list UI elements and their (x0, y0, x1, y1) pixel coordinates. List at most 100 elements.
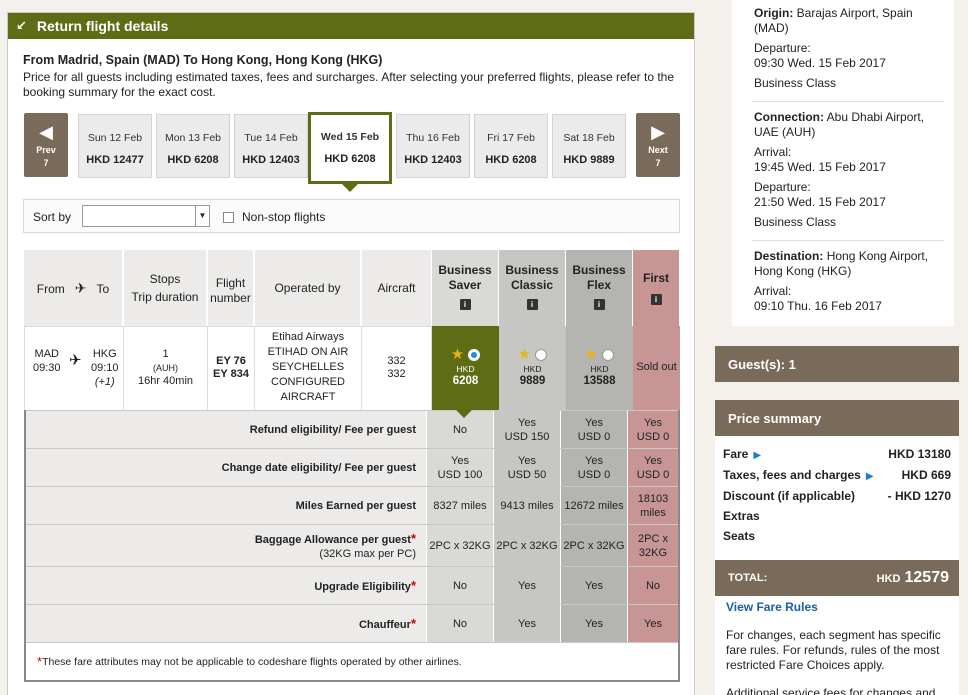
star-icon: ★ (517, 346, 532, 363)
info-icon[interactable]: i (650, 294, 662, 305)
dropdown-arrow-icon[interactable]: ▼ (195, 206, 209, 226)
fare-name-line1: Business (572, 263, 626, 277)
header-business-saver[interactable]: Business Saver i (432, 250, 499, 326)
total-value: 12579 (904, 569, 950, 586)
collapse-arrow-icon[interactable]: ↙ (16, 18, 27, 34)
date-cell-sun-12[interactable]: Sun 12 Feb HKD 12477 (78, 114, 152, 178)
stops-count: 1 (162, 348, 169, 360)
nonstop-label[interactable]: Non-stop flights (242, 210, 325, 224)
attr-sublabel: (32KG max per PC) (319, 548, 416, 560)
date-price: HKD 12403 (404, 154, 462, 166)
view-fare-rules-link[interactable]: View Fare Rules (726, 600, 818, 614)
attr-value-line: Yes (644, 617, 662, 630)
date-cell-tue-14[interactable]: Tue 14 Feb HKD 12403 (234, 114, 308, 178)
selected-fare-pointer (456, 410, 472, 418)
destination-label: Destination: (754, 249, 824, 263)
header-from-to: From ✈ To (24, 250, 123, 326)
attr-value-line: Yes (585, 416, 603, 429)
attr-value: Yes USD 0 (627, 411, 678, 448)
triangle-right-icon[interactable]: ▶ (753, 450, 761, 461)
price-note: Price for all guests including estimated… (23, 70, 675, 99)
attr-value-line: miles (640, 506, 666, 519)
attr-row-miles: Miles Earned per guest 8327 miles 9413 m… (26, 486, 678, 524)
header-business-classic[interactable]: Business Classic i (499, 250, 566, 326)
fare-name-line2: Classic (510, 278, 554, 292)
attr-value: No (426, 567, 493, 604)
departure-label: Departure: (754, 180, 811, 194)
next-label: Next (648, 145, 668, 155)
divider (752, 240, 944, 241)
sort-select[interactable]: ▼ (82, 205, 210, 227)
total-currency: HKD (876, 573, 901, 585)
origin-label: Origin: (754, 6, 794, 20)
attr-value: Yes (627, 605, 678, 642)
fare-business-flex[interactable]: ★ HKD 13588 (566, 326, 633, 410)
price-summary-header[interactable]: Price summary (715, 400, 959, 436)
attr-value: 18103 miles (627, 487, 678, 524)
date-cell-fri-17[interactable]: Fri 17 Feb HKD 6208 (474, 114, 548, 178)
date-label: Sun 12 Feb (87, 132, 143, 144)
day-offset: (+1) (94, 376, 115, 388)
attr-row-upgrade: Upgrade Eligibility* No Yes Yes No (26, 566, 678, 604)
fare-radio[interactable] (535, 349, 548, 361)
header-number: number (210, 291, 251, 305)
attr-value: 8327 miles (426, 487, 493, 524)
attr-value-line: 2PC x 32KG (496, 539, 558, 552)
operator-line: Etihad Airways (271, 331, 345, 343)
header-first[interactable]: First i (633, 250, 680, 326)
info-icon[interactable]: i (526, 299, 538, 310)
prev-dates-button[interactable]: ◀ Prev 7 (24, 113, 68, 177)
attr-value-line: 12672 miles (564, 499, 624, 512)
fare-line[interactable]: Fare ▶ HKD 13180 (723, 447, 951, 461)
airplane-icon: ✈ (69, 352, 82, 369)
taxes-line[interactable]: Taxes, fees and charges ▶ HKD 669 (723, 468, 951, 482)
attr-label: Chauffeur* (26, 605, 426, 642)
info-icon[interactable]: i (593, 299, 605, 310)
panel-header[interactable]: ↙ Return flight details (8, 13, 694, 39)
header-flight: Flight (215, 276, 246, 290)
star-icon: ★ (584, 346, 599, 363)
date-cell-thu-16[interactable]: Thu 16 Feb HKD 12403 (396, 114, 470, 178)
triangle-right-icon[interactable]: ▶ (866, 471, 874, 482)
fare-label: Fare (723, 447, 749, 461)
date-cell-sat-18[interactable]: Sat 18 Feb HKD 9889 (552, 114, 626, 178)
fare-radio-selected[interactable] (468, 349, 481, 361)
date-cell-mon-13[interactable]: Mon 13 Feb HKD 6208 (156, 114, 230, 178)
info-icon[interactable]: i (459, 299, 471, 310)
airplane-icon: ✈ (74, 280, 87, 296)
attr-value-line: 2PC x (638, 532, 668, 545)
header-business-flex[interactable]: Business Flex i (566, 250, 633, 326)
guests-header[interactable]: Guest(s): 1 (715, 346, 959, 382)
fare-name-line1: Business (438, 263, 492, 277)
fare-amount: 6208 (452, 375, 479, 387)
aircraft-1: 332 (387, 355, 406, 367)
arrival-value: 09:10 Thu. 16 Feb 2017 (754, 299, 882, 313)
taxes-label: Taxes, fees and charges (723, 468, 861, 482)
date-label: Wed 15 Feb (320, 131, 380, 143)
fare-name-line2: Flex (586, 278, 611, 292)
next-dates-button[interactable]: ▶ Next 7 (636, 113, 680, 177)
fare-name-line1: First (642, 271, 669, 285)
asterisk: * (410, 531, 416, 546)
attr-value: 12672 miles (560, 487, 627, 524)
fare-business-classic[interactable]: ★ HKD 9889 (499, 326, 566, 410)
header-stops: Stops Trip duration (124, 250, 207, 326)
flight-stops[interactable]: 1 (AUH) 16hr 40min (124, 326, 208, 410)
panel-title: Return flight details (36, 18, 169, 34)
attr-value: 9413 miles (493, 487, 560, 524)
fare-radio[interactable] (602, 349, 615, 361)
attr-value: Yes (493, 567, 560, 604)
fare-rules-note-2: Additional service fees for changes and (726, 686, 936, 695)
attr-row-change-date: Change date eligibility/ Fee per guest Y… (26, 448, 678, 486)
flight-number-2: EY 834 (213, 368, 249, 380)
date-cell-wed-15-selected[interactable]: Wed 15 Feb HKD 6208 (308, 112, 392, 184)
fare-business-saver-selected[interactable]: ★ HKD 6208 (432, 326, 499, 410)
itinerary-summary: Origin: Barajas Airport, Spain (MAD) Dep… (732, 0, 954, 326)
extras-label: Extras (723, 509, 760, 523)
departure-label: Departure: (754, 41, 811, 55)
to-code: HKG (92, 348, 117, 360)
prev-label: Prev (36, 145, 56, 155)
header-from: From (36, 281, 65, 296)
nonstop-checkbox[interactable] (223, 212, 234, 223)
arrival-label: Arrival: (754, 145, 792, 159)
